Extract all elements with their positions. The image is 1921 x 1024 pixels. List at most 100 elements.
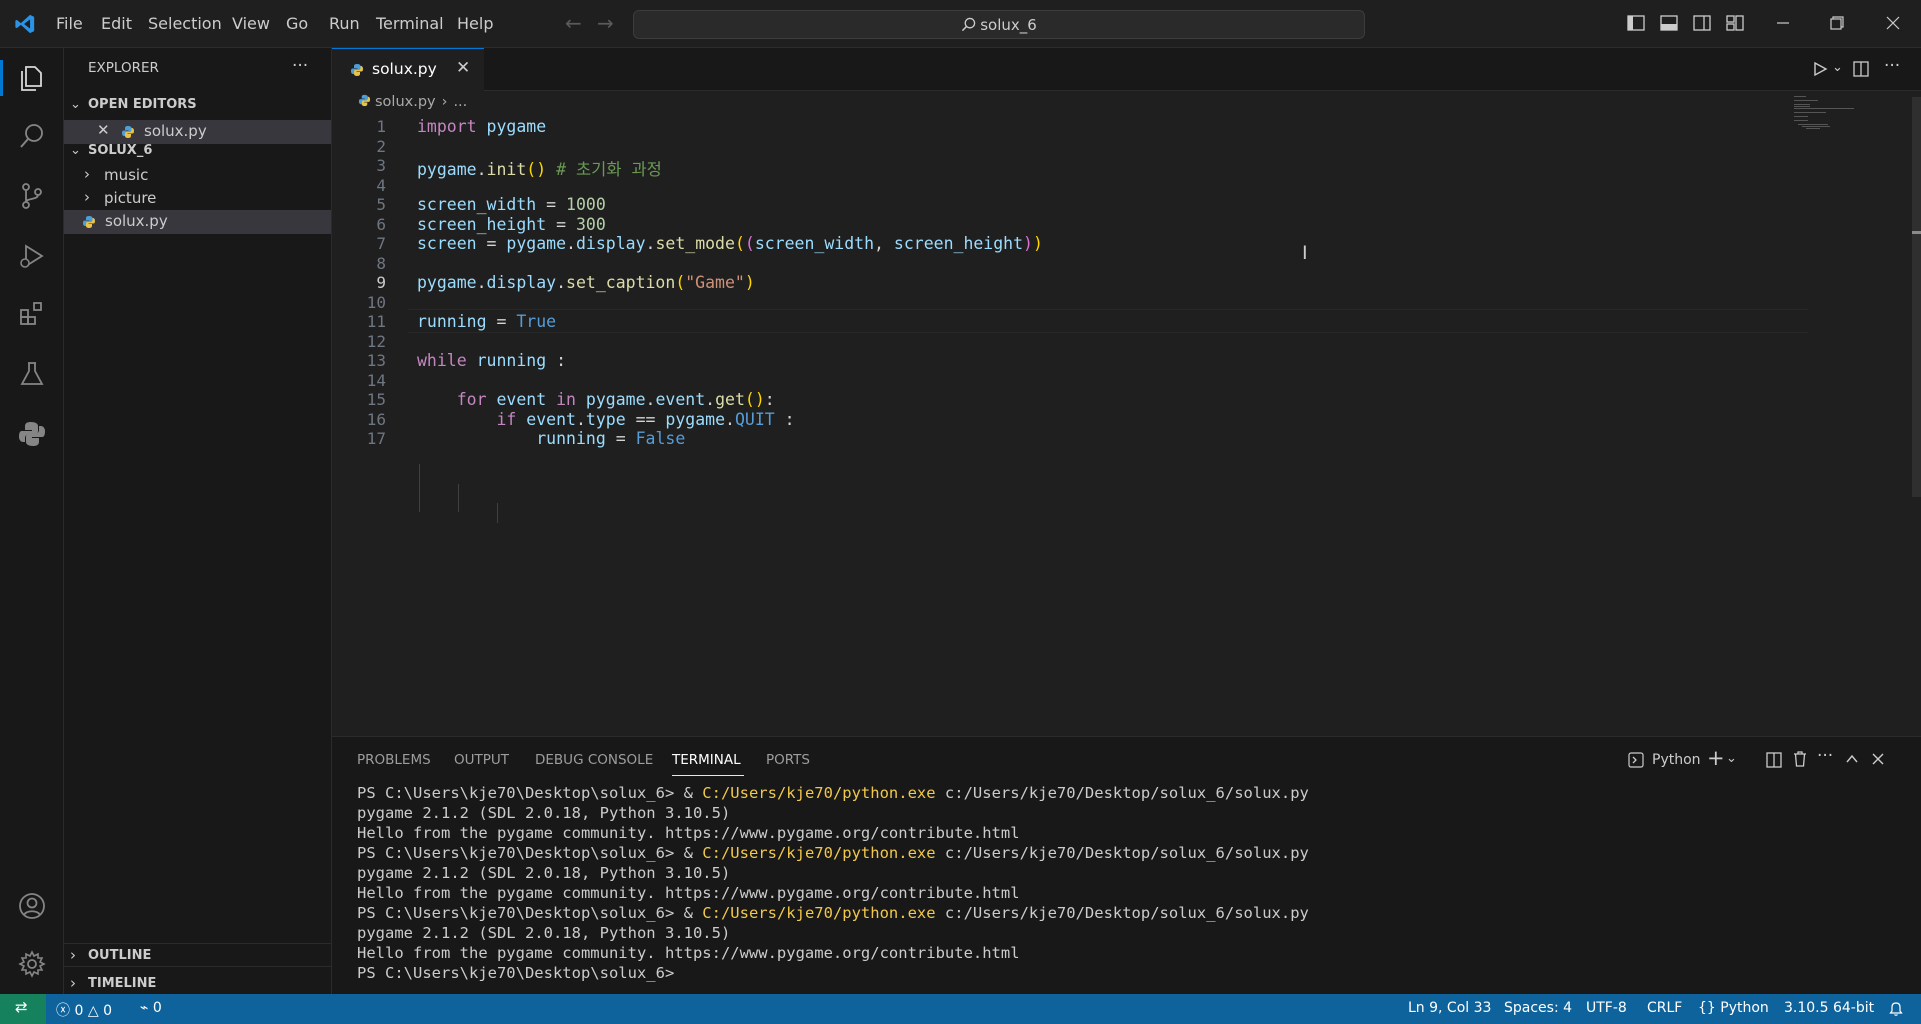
tab-problems[interactable]: PROBLEMS <box>357 752 431 768</box>
encoding[interactable]: UTF-8 <box>1586 1000 1627 1016</box>
chevron-down-icon[interactable]: ⌄ <box>70 143 81 158</box>
line-number[interactable]: 10 <box>332 293 386 312</box>
breadcrumb[interactable]: solux.py ›... <box>358 94 467 110</box>
menu-go[interactable]: Go <box>286 14 308 33</box>
line-number[interactable]: 1 <box>332 117 386 136</box>
python-interpreter[interactable]: 3.10.5 64-bit <box>1784 1000 1874 1016</box>
command-center-search[interactable]: solux_6 <box>633 10 1365 39</box>
open-editors-header[interactable]: OPEN EDITORS <box>88 97 197 112</box>
line-number[interactable]: 14 <box>332 371 386 390</box>
menu-selection[interactable]: Selection <box>148 14 222 33</box>
code-editor[interactable]: solux.py ›... 1 import pygame 2 3 pygame.init… <box>332 91 1921 736</box>
ports-status[interactable]: ⌁ 0 <box>140 1000 162 1016</box>
split-editor-icon[interactable] <box>1852 60 1870 78</box>
tab-solux-py[interactable]: solux.py ✕ <box>332 48 484 91</box>
terminal-shell-label[interactable]: Python <box>1652 752 1701 768</box>
close-window-icon[interactable] <box>1884 14 1902 32</box>
chevron-down-icon[interactable]: ⌄ <box>1832 60 1843 75</box>
line-number[interactable]: 8 <box>332 254 386 273</box>
remote-indicator[interactable]: ⇄ <box>0 994 46 1024</box>
chevron-right-icon[interactable]: › <box>70 946 76 964</box>
errors-warnings[interactable]: ⓧ 0 △ 0 <box>56 1000 112 1020</box>
testing-flask-icon[interactable] <box>16 358 48 390</box>
forward-arrow-icon[interactable]: → <box>597 11 614 35</box>
folder-header[interactable]: SOLUX_6 <box>88 143 152 158</box>
notifications-bell-icon[interactable] <box>1888 1001 1904 1017</box>
chevron-down-icon[interactable]: ⌄ <box>1726 751 1737 766</box>
line-number[interactable]: 15 <box>332 390 386 409</box>
source-control-icon[interactable] <box>16 180 48 212</box>
explorer-more-icon[interactable]: ··· <box>292 56 308 76</box>
menu-terminal[interactable]: Terminal <box>376 14 444 33</box>
menu-help[interactable]: Help <box>457 14 493 33</box>
chevron-right-icon[interactable]: › <box>70 974 76 992</box>
indentation[interactable]: Spaces: 4 <box>1504 1000 1572 1016</box>
menu-view[interactable]: View <box>232 14 270 33</box>
line-number[interactable]: 7 <box>332 234 386 253</box>
line-number[interactable]: 11 <box>332 312 386 331</box>
tab-debug-console[interactable]: DEBUG CONSOLE <box>535 752 653 768</box>
close-editor-icon[interactable]: ✕ <box>97 121 110 139</box>
line-number[interactable]: 5 <box>332 195 386 214</box>
menu-edit[interactable]: Edit <box>101 14 132 33</box>
settings-gear-icon[interactable] <box>16 948 48 980</box>
back-arrow-icon[interactable]: ← <box>565 11 582 35</box>
more-actions-icon[interactable]: ··· <box>1884 56 1900 76</box>
line-number[interactable]: 17 <box>332 429 386 448</box>
toggle-primary-sidebar-icon[interactable] <box>1627 14 1645 32</box>
tree-item-music[interactable]: music <box>104 166 148 184</box>
toggle-panel-icon[interactable] <box>1660 14 1678 32</box>
search-text: solux_6 <box>980 16 1037 34</box>
tree-item-picture[interactable]: picture <box>104 189 156 207</box>
editor-scrollbar[interactable] <box>1912 97 1921 497</box>
menu-file[interactable]: File <box>56 14 83 33</box>
remote-icon: ⇄ <box>15 998 28 1016</box>
line-number[interactable]: 3 <box>332 156 386 175</box>
line-number[interactable]: 4 <box>332 176 386 195</box>
search-view-icon[interactable] <box>16 120 48 152</box>
chevron-right-icon[interactable]: › <box>84 188 90 206</box>
minimize-icon[interactable] <box>1774 14 1792 32</box>
run-debug-icon[interactable] <box>16 240 48 272</box>
editor-tab-bar: solux.py ✕ ⌄ ··· <box>332 48 1921 91</box>
line-number[interactable]: 12 <box>332 332 386 351</box>
close-tab-icon[interactable]: ✕ <box>456 58 470 78</box>
customize-layout-icon[interactable] <box>1726 14 1744 32</box>
new-terminal-plus-icon[interactable]: + <box>1707 746 1725 770</box>
vscode-logo-icon[interactable] <box>14 13 36 35</box>
accounts-icon[interactable] <box>16 890 48 922</box>
minimap[interactable] <box>1794 94 1874 134</box>
chevron-right-icon[interactable]: › <box>84 165 90 183</box>
line-number[interactable]: 9 <box>332 273 386 292</box>
tab-output[interactable]: OUTPUT <box>454 752 509 768</box>
extensions-icon[interactable] <box>16 298 48 330</box>
cursor-position[interactable]: Ln 9, Col 33 <box>1408 1000 1491 1016</box>
python-icon[interactable] <box>16 418 48 450</box>
panel-more-icon[interactable]: ··· <box>1817 746 1833 766</box>
line-number[interactable]: 6 <box>332 215 386 234</box>
close-panel-icon[interactable] <box>1870 751 1886 767</box>
split-terminal-icon[interactable] <box>1765 751 1783 769</box>
terminal-icon <box>1628 752 1644 768</box>
maximize-panel-chevron-up-icon[interactable] <box>1844 751 1860 767</box>
explorer-title: EXPLORER <box>88 60 159 76</box>
open-editor-item[interactable]: ✕ solux.py <box>64 120 331 144</box>
chevron-down-icon[interactable]: ⌄ <box>70 97 81 112</box>
trash-icon[interactable] <box>1791 750 1809 768</box>
indent-guide <box>497 503 498 523</box>
tab-terminal[interactable]: TERMINAL <box>672 752 741 768</box>
line-number[interactable]: 16 <box>332 410 386 429</box>
line-number[interactable]: 2 <box>332 137 386 156</box>
menu-run[interactable]: Run <box>329 14 360 33</box>
toggle-secondary-sidebar-icon[interactable] <box>1693 14 1711 32</box>
language-mode[interactable]: {} Python <box>1698 1000 1769 1016</box>
line-number[interactable]: 13 <box>332 351 386 370</box>
tab-ports[interactable]: PORTS <box>766 752 810 768</box>
tree-item-solux-py[interactable]: solux.py <box>64 210 331 234</box>
restore-icon[interactable] <box>1828 14 1846 32</box>
timeline-header[interactable]: TIMELINE <box>88 976 156 991</box>
end-of-line[interactable]: CRLF <box>1647 1000 1682 1016</box>
run-python-file-icon[interactable] <box>1811 60 1829 78</box>
explorer-icon[interactable] <box>16 62 48 94</box>
outline-header[interactable]: OUTLINE <box>88 948 151 963</box>
